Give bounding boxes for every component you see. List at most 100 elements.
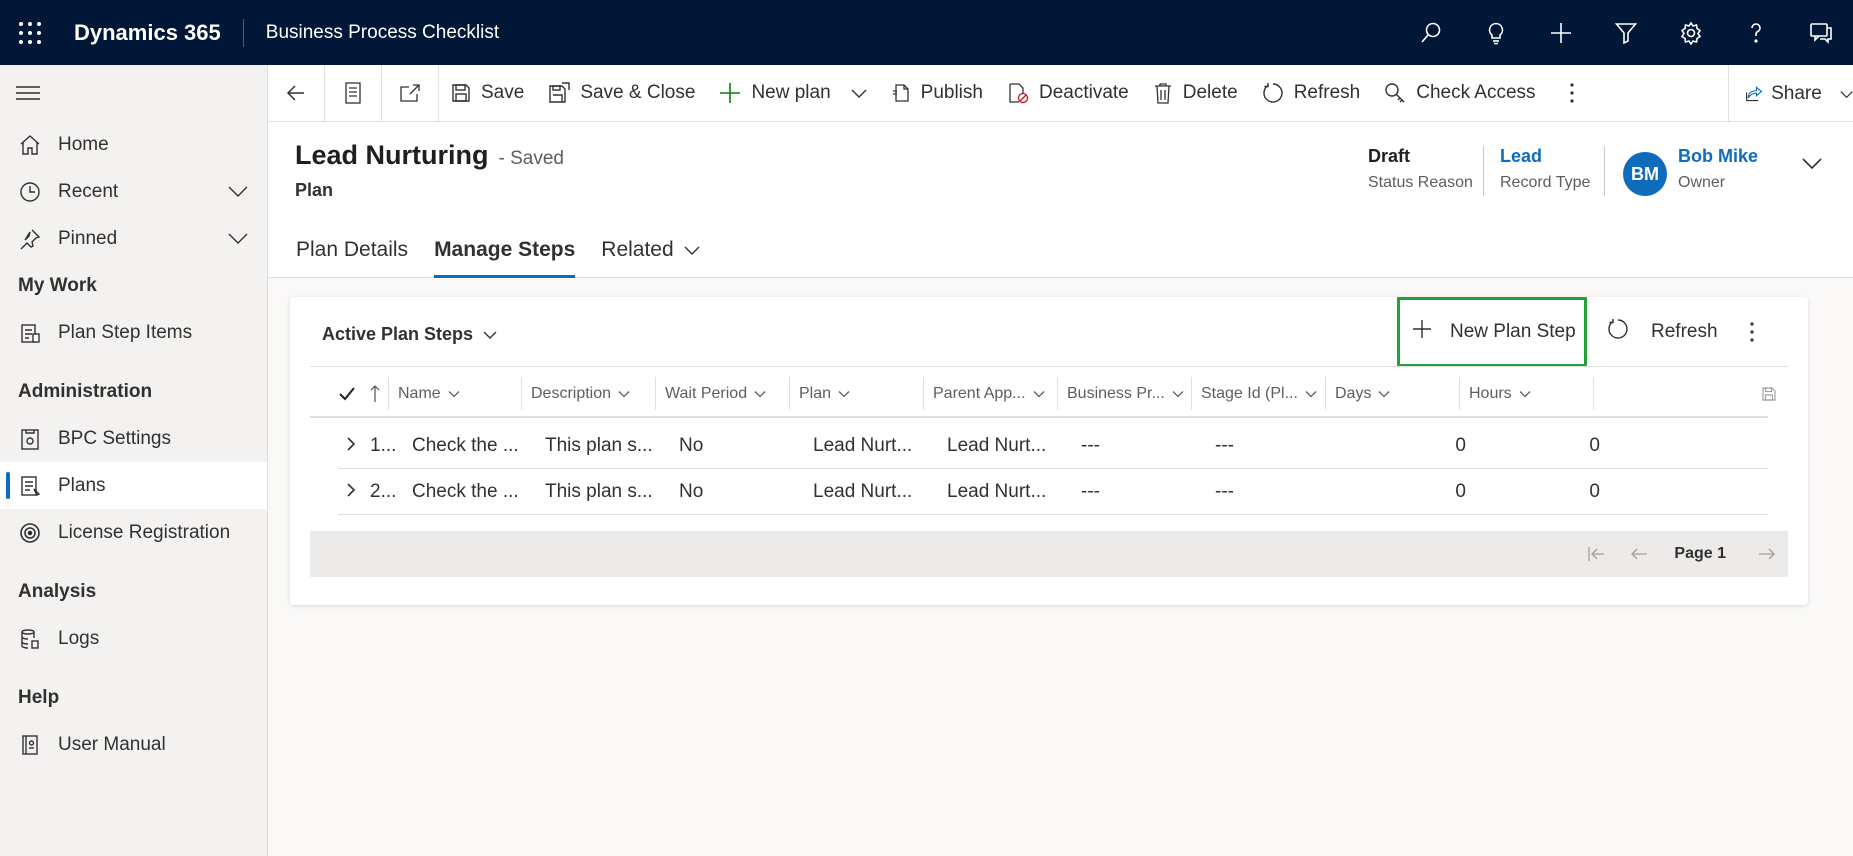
view-selector[interactable]: Active Plan Steps — [322, 324, 497, 345]
record-title-text: Lead Nurturing — [295, 140, 489, 170]
grid-more-commands-button[interactable] — [1750, 297, 1754, 367]
cell-plan[interactable]: Lead Nurt... — [804, 435, 938, 457]
chevron-down-icon — [228, 186, 248, 197]
avatar[interactable]: BM — [1623, 152, 1667, 196]
cell-name[interactable]: Check the ... — [403, 435, 536, 457]
chevron-right-icon — [347, 436, 356, 451]
deactivate-button[interactable]: Deactivate — [995, 65, 1141, 122]
cell-wait-period: No — [679, 434, 704, 456]
column-header-hours[interactable]: Hours — [1460, 377, 1594, 410]
chevron-down-icon — [1172, 390, 1184, 397]
share-label: Share — [1771, 82, 1822, 104]
column-header-name[interactable]: Name — [389, 377, 522, 410]
header-expand-button[interactable] — [1801, 152, 1823, 179]
chevron-down-icon — [1840, 90, 1853, 98]
search-icon — [1420, 22, 1440, 43]
cell-parent-app[interactable]: Lead Nurt... — [938, 481, 1072, 503]
cell-stage-id: --- — [1215, 434, 1234, 456]
lightbulb-icon — [1488, 22, 1503, 44]
plus-icon — [720, 83, 741, 103]
grid-save-button[interactable] — [1762, 387, 1776, 406]
trash-icon — [1154, 83, 1171, 104]
owner-link[interactable]: Bob Mike — [1678, 146, 1758, 167]
cell-plan[interactable]: Lead Nurt... — [804, 481, 938, 503]
more-vertical-icon — [1750, 322, 1754, 342]
column-header-business-process[interactable]: Business Pr... — [1058, 377, 1192, 410]
table-row[interactable]: 1... Check the ... This plan s... No Lea… — [338, 423, 1768, 469]
sidebar-item-label: Pinned — [58, 227, 118, 249]
column-header-stage-id[interactable]: Stage Id (Pl... — [1192, 377, 1326, 410]
chevron-down-icon — [684, 246, 700, 255]
grid-refresh-button[interactable]: Refresh — [1607, 297, 1718, 367]
sidebar-item-home[interactable]: Home — [0, 121, 267, 168]
save-and-close-button[interactable]: Save & Close — [536, 65, 707, 122]
first-page-button[interactable] — [1588, 546, 1606, 562]
chevron-down-icon — [1519, 390, 1531, 397]
delete-button[interactable]: Delete — [1141, 65, 1250, 122]
sidebar-item-logs[interactable]: Logs — [0, 615, 267, 662]
tab-manage-steps[interactable]: Manage Steps — [421, 222, 588, 278]
chevron-down-icon — [838, 390, 850, 397]
share-button[interactable]: Share — [1728, 65, 1853, 122]
help-button[interactable] — [1723, 0, 1788, 65]
section-header-help: Help — [18, 686, 60, 708]
new-plan-button[interactable]: New plan — [707, 65, 878, 122]
column-header-description[interactable]: Description — [522, 377, 656, 410]
app-name[interactable]: Dynamics 365 — [60, 18, 244, 47]
refresh-button[interactable]: Refresh — [1250, 65, 1373, 122]
sidebar-item-recent[interactable]: Recent — [0, 168, 267, 215]
deactivate-icon — [1009, 83, 1029, 104]
column-header-parent-app[interactable]: Parent App... — [924, 377, 1058, 410]
advanced-filter-button[interactable] — [1593, 0, 1658, 65]
sidebar-item-plan-step-items[interactable]: Plan Step Items — [0, 309, 267, 356]
column-header-plan[interactable]: Plan — [790, 377, 924, 410]
expand-row-button[interactable] — [338, 435, 370, 457]
chat-button[interactable] — [1788, 0, 1853, 65]
more-vertical-icon — [1569, 83, 1574, 103]
save-close-icon — [549, 82, 571, 103]
sidebar-item-bpc-settings[interactable]: BPC Settings — [0, 415, 267, 462]
open-new-window-button[interactable] — [382, 64, 439, 122]
back-button[interactable] — [268, 64, 325, 122]
record-type-link[interactable]: Lead — [1500, 146, 1590, 167]
check-access-button[interactable]: Check Access — [1372, 65, 1547, 122]
sidebar-item-user-manual[interactable]: User Manual — [0, 721, 267, 768]
cell-name[interactable]: Check the ... — [403, 481, 536, 503]
pin-icon — [20, 229, 41, 249]
grid-refresh-label: Refresh — [1651, 321, 1718, 342]
table-row[interactable]: 2... Check the ... This plan s... No Lea… — [338, 469, 1768, 515]
sidebar-item-plans[interactable]: Plans — [0, 462, 267, 509]
settings-doc-icon — [21, 428, 39, 450]
new-plan-step-button[interactable]: New Plan Step — [1397, 297, 1587, 367]
logs-icon — [21, 628, 39, 649]
search-button[interactable] — [1398, 0, 1463, 65]
publish-button[interactable]: Publish — [879, 65, 995, 122]
cell-parent-app[interactable]: Lead Nurt... — [938, 435, 1072, 457]
more-commands-button[interactable] — [1548, 65, 1596, 122]
quick-create-button[interactable] — [1528, 0, 1593, 65]
form-selector-button[interactable] — [325, 64, 382, 122]
new-plan-step-label: New Plan Step — [1450, 321, 1576, 342]
column-header-wait-period[interactable]: Wait Period — [656, 377, 790, 410]
column-header-days[interactable]: Days — [1326, 377, 1460, 410]
assistant-button[interactable] — [1463, 0, 1528, 65]
expand-row-button[interactable] — [338, 481, 370, 503]
previous-page-button[interactable] — [1630, 546, 1648, 562]
divider — [310, 366, 1788, 367]
app-subtitle[interactable]: Business Process Checklist — [244, 22, 499, 44]
sidebar-item-license-registration[interactable]: License Registration — [0, 509, 267, 556]
settings-button[interactable] — [1658, 0, 1723, 65]
tab-related[interactable]: Related — [588, 222, 712, 278]
home-icon — [20, 134, 40, 155]
next-page-button[interactable] — [1758, 546, 1776, 562]
app-launcher-button[interactable] — [0, 0, 60, 65]
arrow-left-icon — [1631, 548, 1648, 560]
sidebar-item-pinned[interactable]: Pinned — [0, 215, 267, 262]
grid-header: Name Description Wait Period Plan Parent… — [310, 377, 1768, 418]
sitemap-toggle-button[interactable] — [0, 65, 267, 121]
tab-plan-details[interactable]: Plan Details — [268, 222, 421, 278]
license-icon — [20, 522, 40, 543]
save-button[interactable]: Save — [439, 65, 536, 122]
select-all-checkbox[interactable] — [310, 377, 370, 410]
back-arrow-icon — [286, 85, 304, 101]
